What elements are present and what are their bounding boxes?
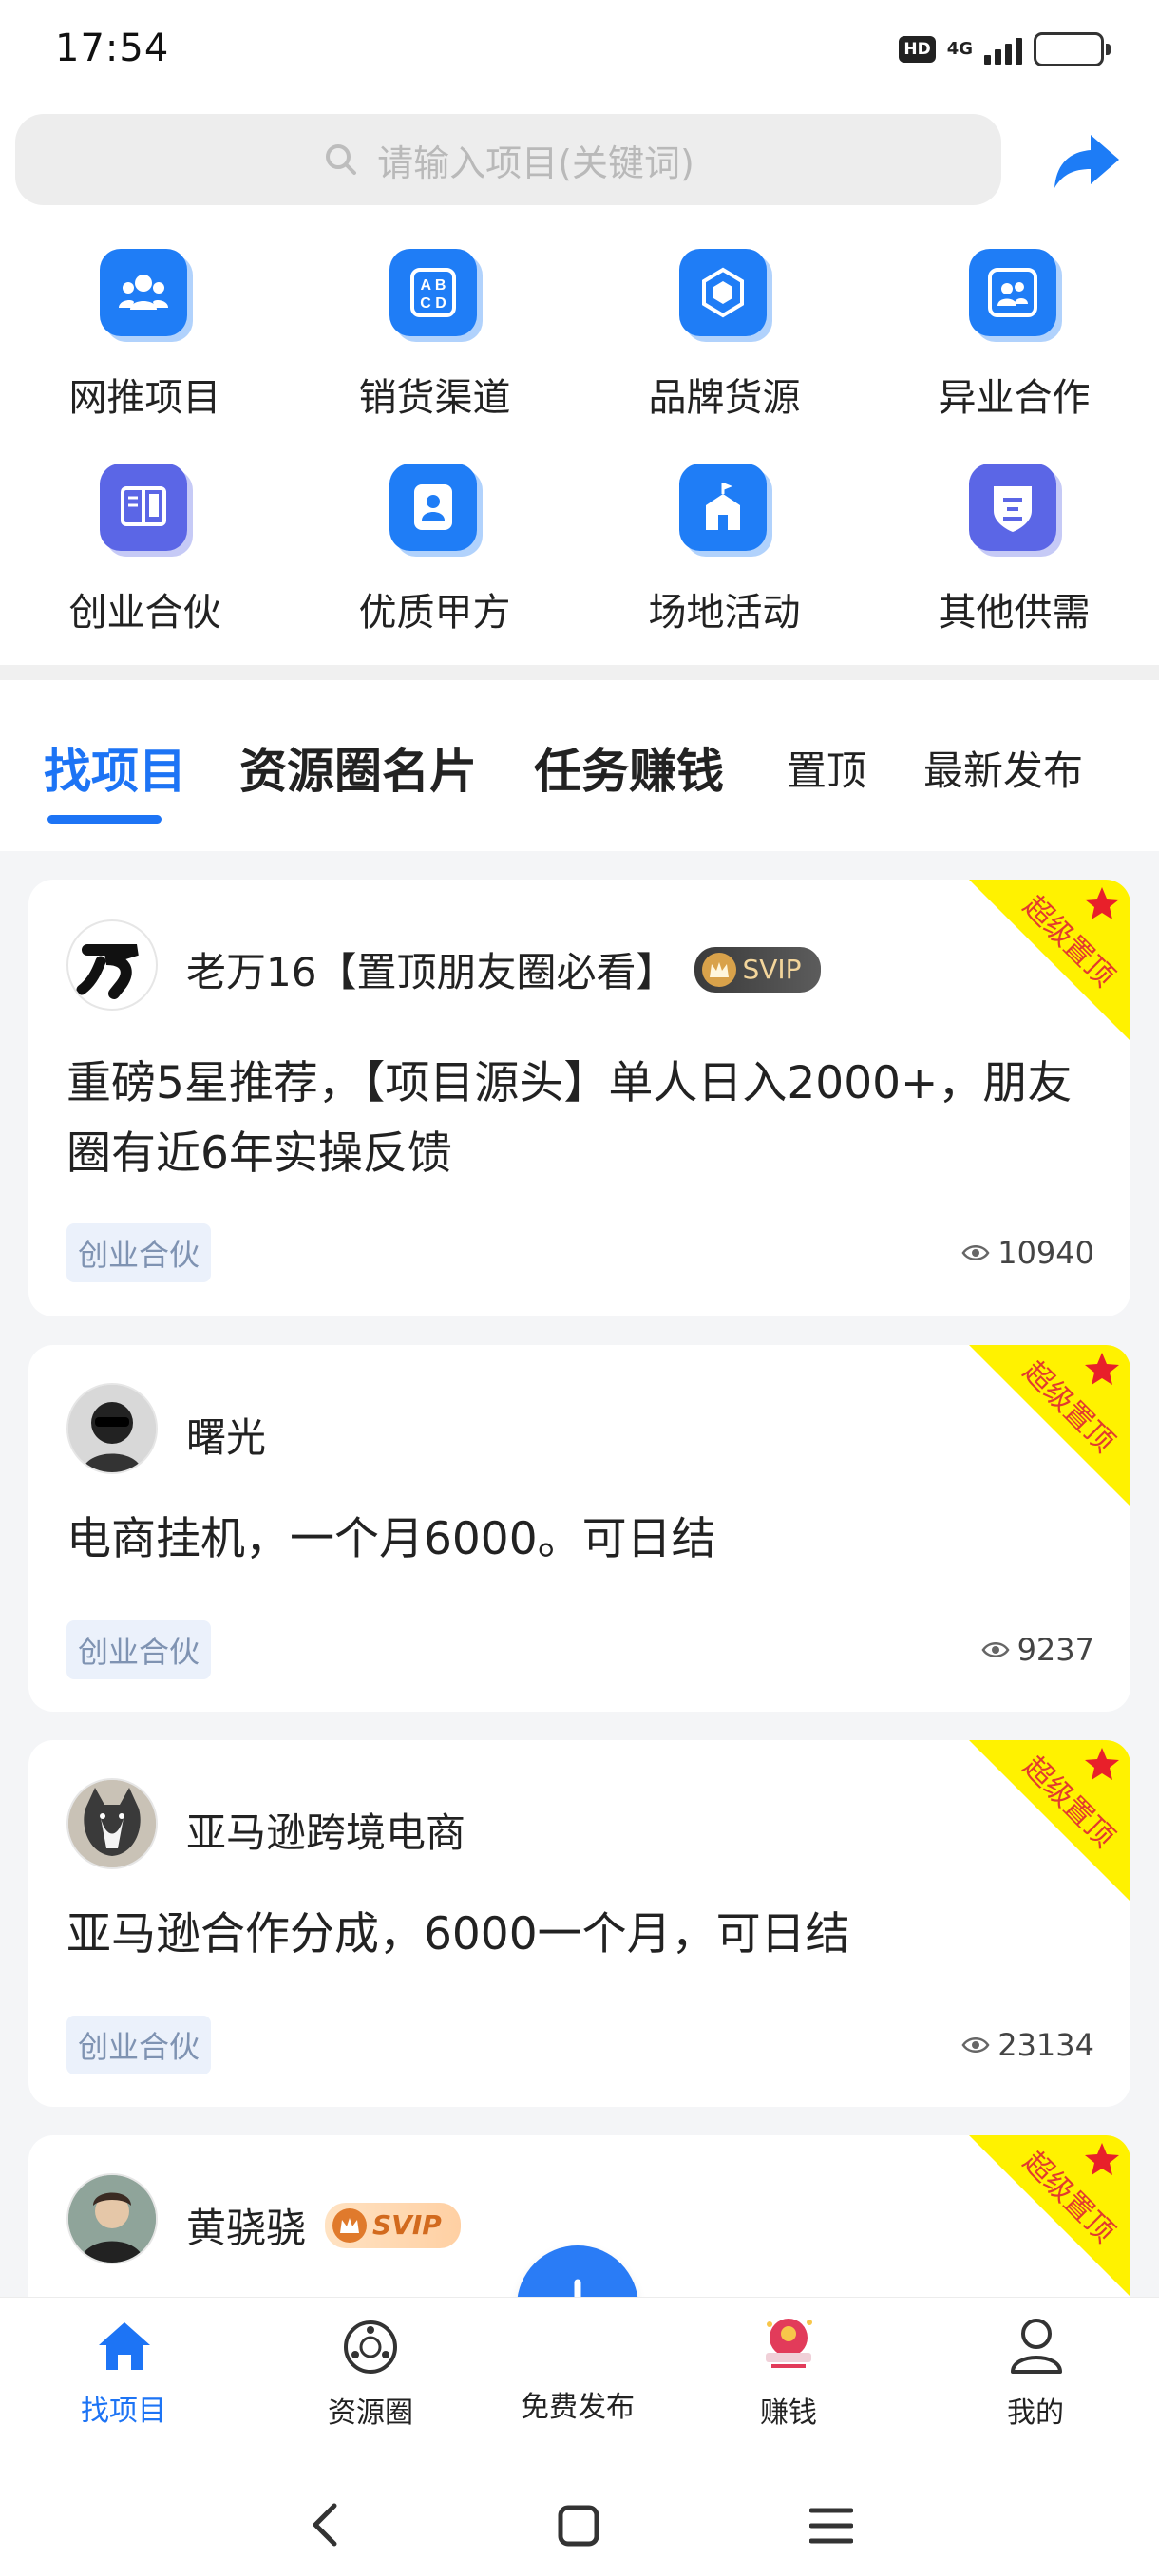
battery-icon xyxy=(1034,32,1111,66)
category-item[interactable]: 场地活动 xyxy=(580,464,869,636)
post-author: 黄骁骁 SVIP xyxy=(186,2196,461,2254)
building-icon xyxy=(678,464,772,557)
author-name: 曙光 xyxy=(186,1414,267,1461)
post-card[interactable]: 超级置顶 曙光 电商挂机，一个月6000。可日结 创业合伙 9237 xyxy=(28,1345,1130,1712)
section-divider xyxy=(0,665,1159,680)
nav-label: 找项目 xyxy=(81,2395,166,2428)
category-item[interactable]: 其他供需 xyxy=(869,464,1159,636)
category-label: 场地活动 xyxy=(648,591,801,635)
category-label: 优质甲方 xyxy=(358,591,511,635)
avatar[interactable] xyxy=(66,2173,158,2264)
view-count: 9237 xyxy=(981,1632,1094,1668)
nav-label: 赚钱 xyxy=(760,2396,817,2430)
category-item[interactable]: 品牌货源 xyxy=(580,249,869,422)
post-author: 老万16【置顶朋友圈必看】 SVIP xyxy=(186,940,821,998)
back-icon[interactable] xyxy=(306,2502,344,2548)
active-tab-indicator xyxy=(48,815,162,824)
nav-label: 免费发布 xyxy=(521,2391,635,2424)
crown-icon xyxy=(702,952,737,987)
red-envelope-icon xyxy=(766,2319,812,2368)
author-name: 黄骁骁 xyxy=(186,2205,307,2251)
svg-text:C D: C D xyxy=(420,295,446,312)
eye-icon xyxy=(961,2037,990,2053)
super-pin-ribbon: 超级置顶 xyxy=(969,2135,1130,2297)
category-item[interactable]: 创业合伙 xyxy=(0,464,290,636)
post-title: 重磅5星推荐，【项目源头】单人日入2000+，朋友圈有近6年实操反馈 xyxy=(66,1057,1073,1180)
clock: 17:54 xyxy=(55,27,170,70)
svip-badge: SVIP xyxy=(325,2202,461,2248)
post-tag: 创业合伙 xyxy=(66,1620,212,1679)
avatar[interactable] xyxy=(66,1778,158,1869)
super-pin-ribbon: 超级置顶 xyxy=(969,880,1130,1041)
category-label: 网推项目 xyxy=(68,376,221,420)
author-name: 亚马逊跨境电商 xyxy=(186,1809,466,1856)
view-count: 10940 xyxy=(961,1235,1094,1271)
people-icon xyxy=(99,249,193,342)
svip-badge: SVIP xyxy=(694,946,821,993)
post-author: 曙光 xyxy=(186,1406,266,1464)
bottom-nav: 找项目 资源圈 免费发布 赚钱 我的 xyxy=(0,2297,1159,2468)
user-icon xyxy=(1011,2319,1062,2374)
tab-task-earn[interactable]: 任务赚钱 xyxy=(534,733,724,802)
super-pin-ribbon: 超级置顶 xyxy=(969,1740,1130,1902)
category-label: 其他供需 xyxy=(938,591,1091,635)
system-nav-bar xyxy=(0,2468,1159,2576)
nav-earn[interactable]: 赚钱 xyxy=(694,2298,884,2440)
post-card[interactable]: 超级置顶 老万16【置顶朋友圈必看】 SVIP 重磅5星推荐，【项目源头】单人日… xyxy=(28,880,1130,1316)
avatar[interactable] xyxy=(66,919,158,1011)
category-item[interactable]: 网推项目 xyxy=(0,249,290,422)
nav-label: 我的 xyxy=(1007,2396,1064,2430)
author-name: 老万16【置顶朋友圈必看】 xyxy=(186,949,676,995)
nav-publish[interactable]: 免费发布 xyxy=(483,2298,673,2440)
eye-icon xyxy=(961,1245,990,1260)
tab-resource-card[interactable]: 资源圈名片 xyxy=(239,733,477,802)
nav-label: 资源圈 xyxy=(328,2396,413,2430)
menu-icon[interactable] xyxy=(809,2506,853,2546)
tab-pinned[interactable]: 置顶 xyxy=(787,739,866,797)
category-item[interactable]: 优质甲方 xyxy=(290,464,580,636)
nav-find-project[interactable]: 找项目 xyxy=(28,2298,218,2440)
status-bar: 17:54 HD 4G xyxy=(0,0,1159,104)
cubes-icon xyxy=(678,249,772,342)
view-count: 23134 xyxy=(961,2027,1094,2063)
crown-icon xyxy=(332,2207,368,2243)
nav-resource-circle[interactable]: 资源圈 xyxy=(276,2298,466,2440)
post-author: 亚马逊跨境电商 xyxy=(186,1801,466,1859)
nav-mine[interactable]: 我的 xyxy=(940,2298,1130,2440)
home-icon xyxy=(99,2322,150,2370)
home-square-icon[interactable] xyxy=(557,2504,600,2548)
contact-card-icon xyxy=(389,464,483,557)
search-bar[interactable]: 请输入项目(关键词) xyxy=(15,114,1001,205)
hd-badge: HD xyxy=(899,36,936,63)
shield-icon xyxy=(968,464,1062,557)
share-icon[interactable] xyxy=(1053,131,1121,190)
tab-latest[interactable]: 最新发布 xyxy=(923,739,1083,797)
post-title: 亚马逊合作分成，6000一个月，可日结 xyxy=(66,1908,850,1960)
group-card-icon xyxy=(968,249,1062,342)
post-tag: 创业合伙 xyxy=(66,1223,212,1282)
category-label: 创业合伙 xyxy=(68,591,221,635)
search-input[interactable]: 请输入项目(关键词) xyxy=(377,134,694,186)
post-card[interactable]: 超级置顶 亚马逊跨境电商 亚马逊合作分成，6000一个月，可日结 创业合伙 23… xyxy=(28,1740,1130,2107)
category-label: 销货渠道 xyxy=(358,376,511,420)
super-pin-ribbon: 超级置顶 xyxy=(969,1345,1130,1506)
signal-icon xyxy=(984,34,1022,65)
category-label: 品牌货源 xyxy=(648,376,801,420)
book-icon xyxy=(99,464,193,557)
tab-find-project[interactable]: 找项目 xyxy=(44,733,186,802)
post-tag: 创业合伙 xyxy=(66,2016,212,2074)
status-icons: HD 4G xyxy=(899,32,1111,66)
circle-network-icon xyxy=(344,2320,397,2374)
search-icon xyxy=(326,144,357,175)
eye-icon xyxy=(981,1642,1010,1657)
category-item[interactable]: 异业合作 xyxy=(869,249,1159,422)
avatar[interactable] xyxy=(66,1383,158,1474)
category-label: 异业合作 xyxy=(938,376,1091,420)
svg-text:A B: A B xyxy=(420,277,446,294)
post-title: 电商挂机，一个月6000。可日结 xyxy=(66,1513,716,1565)
category-item[interactable]: A BC D 销货渠道 xyxy=(290,249,580,422)
tab-bar: 找项目 资源圈名片 任务赚钱 置顶 最新发布 xyxy=(0,680,1159,851)
abcd-icon: A BC D xyxy=(389,249,483,342)
network-label: 4G xyxy=(946,39,973,59)
